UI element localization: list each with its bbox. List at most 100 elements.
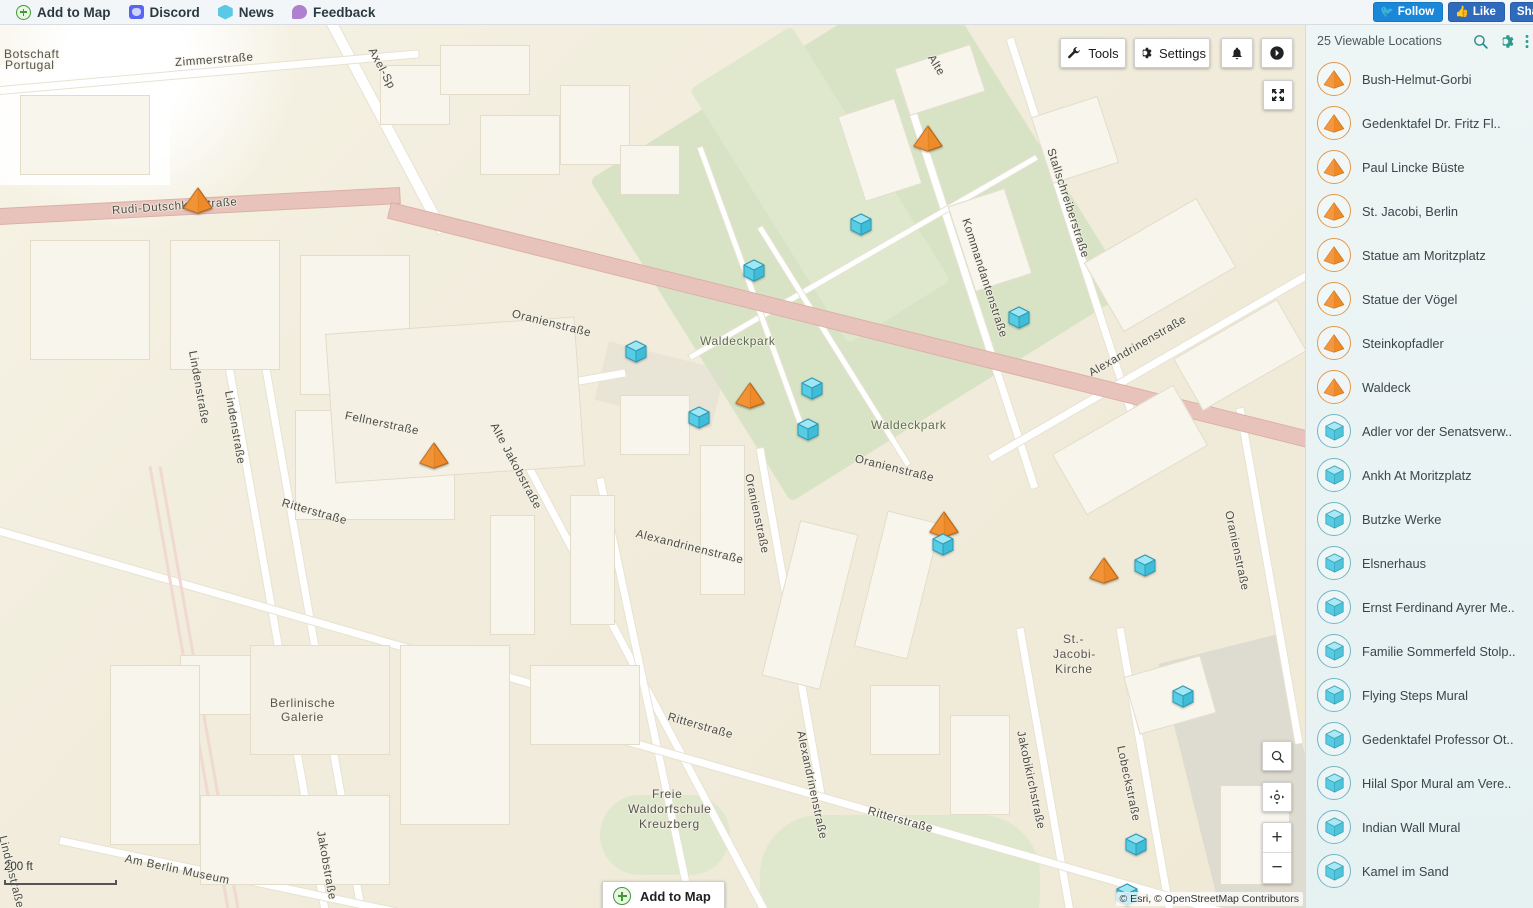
search-icon[interactable] [1472,33,1489,50]
arrow-right-circle-icon [1270,46,1284,60]
map-marker-cube[interactable] [932,533,954,561]
more-icon[interactable] [1522,33,1532,50]
building [950,715,1010,815]
facebook-share-button[interactable]: Sha [1509,2,1533,22]
list-item[interactable]: Indian Wall Mural [1306,805,1533,849]
list-item-label: Kamel im Sand [1362,863,1449,879]
nav-feedback-label: Feedback [313,4,376,20]
top-nav: Add to Map Discord News Feedback [0,4,375,20]
list-item[interactable]: Butzke Werke [1306,497,1533,541]
zoom-controls[interactable]: + − [1262,822,1292,884]
list-item[interactable]: Elsnerhaus [1306,541,1533,585]
map-marker-cube[interactable] [625,340,647,368]
nav-add-to-map-label: Add to Map [37,4,111,20]
building [200,795,390,885]
list-item-label: Butzke Werke [1362,511,1442,527]
list-item[interactable]: Ankh At Moritzplatz [1306,453,1533,497]
list-item[interactable]: Statue der Vögel [1306,277,1533,321]
list-item[interactable]: Bush-Helmut-Gorbi [1306,57,1533,101]
scale-bar [4,880,117,885]
facebook-share-label: Sha [1516,6,1533,18]
list-item[interactable]: Waldeck [1306,365,1533,409]
thumbs-up-icon: 👍 [1455,5,1469,18]
add-to-map-floating-button[interactable]: Add to Map [602,881,725,908]
notifications-button[interactable] [1221,38,1253,68]
building [490,515,535,635]
list-item-label: Flying Steps Mural [1362,687,1468,703]
map-marker-cube[interactable] [1008,306,1030,334]
map-marker-cone[interactable] [183,187,213,219]
list-item[interactable]: Familie Sommerfeld Stolp.. [1306,629,1533,673]
list-item-label: Familie Sommerfeld Stolp.. [1362,643,1516,659]
zoom-in-button[interactable]: + [1263,823,1291,853]
building [400,645,510,825]
wrench-icon [1068,47,1081,59]
list-item[interactable]: Flying Steps Mural [1306,673,1533,717]
twitter-follow-label: Follow [1397,6,1435,18]
list-item-label: St. Jacobi, Berlin [1362,203,1459,219]
list-item-label: Ankh At Moritzplatz [1362,467,1472,483]
zoom-out-button[interactable]: − [1263,853,1291,883]
twitter-follow-button[interactable]: 🐦 Follow [1373,2,1444,22]
nav-news-label: News [238,4,275,20]
list-item[interactable]: Steinkopfadler [1306,321,1533,365]
gear-icon[interactable] [1497,33,1514,50]
search-icon [1271,750,1284,763]
locations-list[interactable]: Bush-Helmut-Gorbi Gedenktafel Dr. Fritz F… [1306,57,1533,893]
list-item[interactable]: Hilal Spor Mural am Vere.. [1306,761,1533,805]
nav-add-to-map[interactable]: Add to Map [16,4,111,20]
map-marker-cube[interactable] [1125,833,1147,861]
list-item-label: Indian Wall Mural [1362,819,1461,835]
locate-me-button[interactable] [1262,782,1292,812]
settings-button[interactable]: Settings [1134,38,1210,68]
list-item[interactable]: Paul Lincke Büste [1306,145,1533,189]
list-item[interactable]: Gedenktafel Professor Ot.. [1306,717,1533,761]
cone-icon [1317,238,1351,272]
fullscreen-button[interactable] [1263,80,1293,110]
expand-icon [1272,89,1284,101]
facebook-like-button[interactable]: 👍 Like [1448,2,1505,22]
map-marker-cube[interactable] [1172,685,1194,713]
cube-icon [1317,414,1351,448]
list-item[interactable]: Ernst Ferdinand Ayrer Me.. [1306,585,1533,629]
scale-label: 200 ft [4,861,33,873]
cube-icon [1317,766,1351,800]
cone-icon [1317,194,1351,228]
list-item[interactable]: Statue am Moritzplatz [1306,233,1533,277]
next-button[interactable] [1261,38,1293,68]
map-search-button[interactable] [1262,741,1292,771]
nav-feedback[interactable]: Feedback [292,5,375,20]
map-marker-cone[interactable] [735,382,765,414]
list-item[interactable]: Kamel im Sand [1306,849,1533,893]
cube-icon [1317,722,1351,756]
cone-icon [1317,370,1351,404]
map-marker-cube[interactable] [688,406,710,434]
list-item[interactable]: Gedenktafel Dr. Fritz Fl.. [1306,101,1533,145]
map-marker-cone[interactable] [419,442,449,474]
list-item[interactable]: Adler vor der Senatsverw.. [1306,409,1533,453]
map-marker-cone[interactable] [913,125,943,157]
map-marker-cube[interactable] [797,418,819,446]
map-marker-cube[interactable] [1134,554,1156,582]
list-item-label: Ernst Ferdinand Ayrer Me.. [1362,599,1515,615]
map-marker-cube[interactable] [743,259,765,287]
list-item[interactable]: St. Jacobi, Berlin [1306,189,1533,233]
building [700,445,745,595]
nav-news[interactable]: News [217,4,275,20]
cube-icon [1317,634,1351,668]
map-marker-cube[interactable] [801,377,823,405]
cube-icon [217,4,233,20]
map-marker-cone[interactable] [1089,557,1119,589]
bell-icon [1232,47,1242,59]
map-marker-cube[interactable] [850,213,872,241]
nav-discord[interactable]: Discord [128,5,200,20]
twitter-icon: 🐦 [1380,5,1394,18]
discord-icon [128,5,144,19]
park-green-south [760,815,1040,908]
list-item-label: Paul Lincke Büste [1362,159,1465,175]
building [440,45,530,95]
tools-button[interactable]: Tools [1060,38,1126,68]
map-canvas[interactable]: Botschaft Portugal Zimmerstraße Axel-Sp Alte… [0,25,1305,908]
settings-label: Settings [1159,45,1206,61]
building [480,115,560,175]
